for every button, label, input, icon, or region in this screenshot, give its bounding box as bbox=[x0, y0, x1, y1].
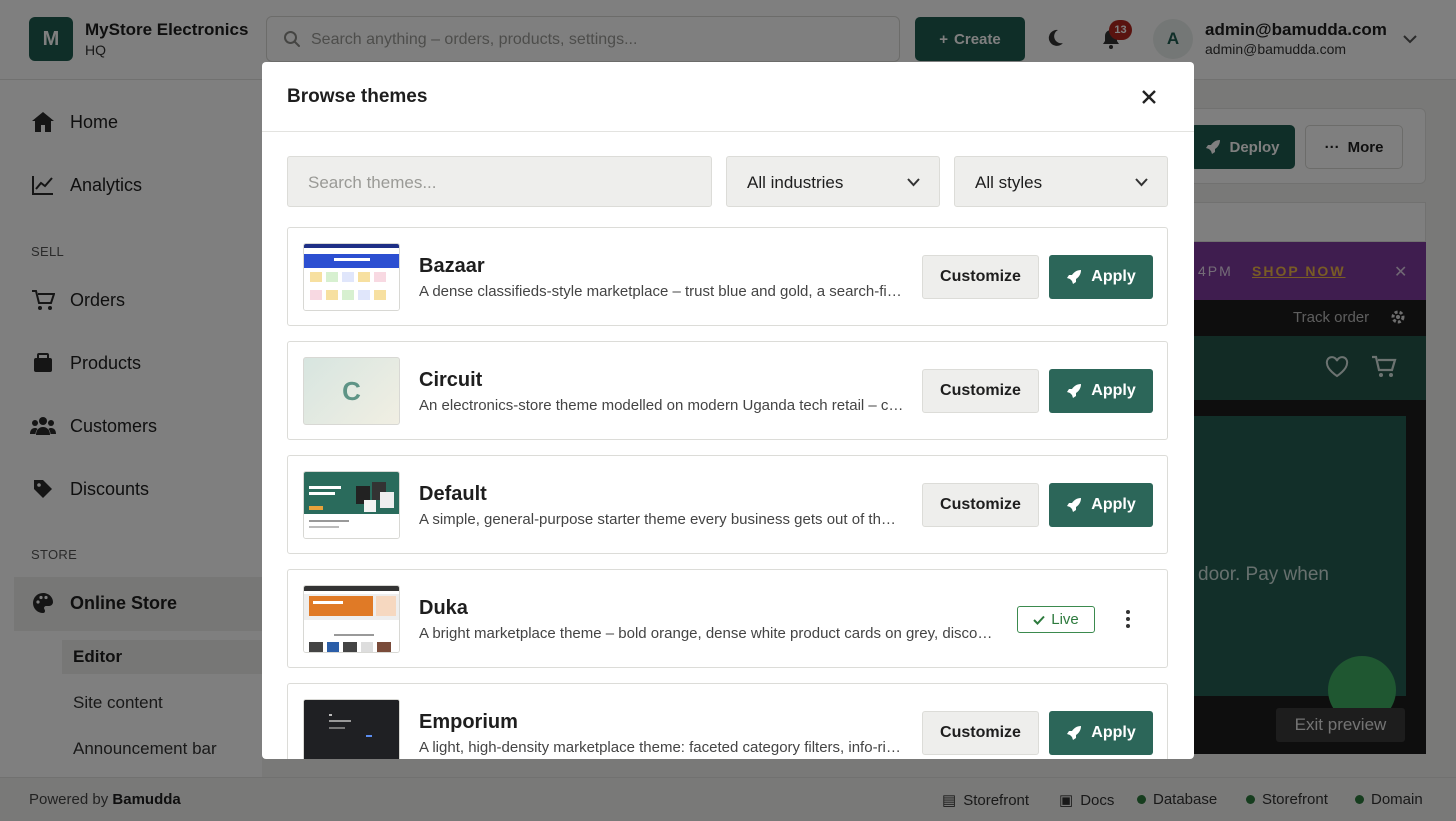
rocket-icon bbox=[1067, 498, 1082, 512]
theme-row-circuit: C Circuit An electronics-store theme mod… bbox=[287, 341, 1168, 440]
theme-row-emporium: Emporium A light, high-density marketpla… bbox=[287, 683, 1168, 759]
theme-row-bazaar: Bazaar A dense classifieds-style marketp… bbox=[287, 227, 1168, 326]
industry-filter-value: All industries bbox=[747, 173, 844, 192]
live-badge: Live bbox=[1017, 606, 1095, 633]
modal-title: Browse themes bbox=[287, 86, 428, 107]
theme-thumbnail[interactable] bbox=[303, 699, 400, 759]
apply-button[interactable]: Apply bbox=[1049, 369, 1153, 413]
customize-button[interactable]: Customize bbox=[922, 483, 1039, 527]
apply-button[interactable]: Apply bbox=[1049, 483, 1153, 527]
style-filter-value: All styles bbox=[975, 173, 1043, 192]
theme-row-default: Default A simple, general-purpose starte… bbox=[287, 455, 1168, 554]
theme-thumbnail[interactable] bbox=[303, 243, 400, 311]
chevron-down-icon bbox=[1135, 178, 1148, 187]
theme-name: Duka bbox=[419, 597, 468, 619]
chevron-down-icon bbox=[907, 178, 920, 187]
check-icon bbox=[1033, 615, 1045, 625]
customize-button[interactable]: Customize bbox=[922, 711, 1039, 755]
theme-description: A light, high-density marketplace theme:… bbox=[419, 739, 904, 756]
customize-button[interactable]: Customize bbox=[922, 255, 1039, 299]
thumbnail-letter: C bbox=[342, 375, 361, 406]
style-filter-select[interactable]: All styles bbox=[954, 156, 1168, 207]
rocket-icon bbox=[1067, 726, 1082, 740]
rocket-icon bbox=[1067, 270, 1082, 284]
theme-search-input[interactable]: Search themes... bbox=[287, 156, 712, 207]
theme-name: Emporium bbox=[419, 711, 518, 733]
theme-description: A bright marketplace theme – bold orange… bbox=[419, 625, 999, 642]
theme-description: A dense classifieds-style marketplace – … bbox=[419, 283, 904, 300]
industry-filter-select[interactable]: All industries bbox=[726, 156, 940, 207]
apply-button[interactable]: Apply bbox=[1049, 711, 1153, 755]
customize-button[interactable]: Customize bbox=[922, 369, 1039, 413]
browse-themes-modal: Browse themes Search themes... All indus… bbox=[262, 62, 1194, 759]
theme-description: A simple, general-purpose starter theme … bbox=[419, 511, 904, 528]
apply-button[interactable]: Apply bbox=[1049, 255, 1153, 299]
modal-divider bbox=[262, 131, 1194, 132]
apply-label: Apply bbox=[1091, 724, 1136, 741]
theme-thumbnail[interactable] bbox=[303, 471, 400, 539]
theme-description: An electronics-store theme modelled on m… bbox=[419, 397, 904, 414]
theme-search-placeholder: Search themes... bbox=[308, 173, 437, 192]
theme-name: Bazaar bbox=[419, 255, 485, 277]
theme-name: Default bbox=[419, 483, 487, 505]
rocket-icon bbox=[1067, 384, 1082, 398]
apply-label: Apply bbox=[1091, 382, 1136, 399]
apply-label: Apply bbox=[1091, 268, 1136, 285]
apply-label: Apply bbox=[1091, 496, 1136, 513]
theme-thumbnail[interactable]: C bbox=[303, 357, 400, 425]
close-icon[interactable] bbox=[1138, 86, 1160, 108]
theme-row-duka: Duka A bright marketplace theme – bold o… bbox=[287, 569, 1168, 668]
theme-thumbnail[interactable] bbox=[303, 585, 400, 653]
live-label: Live bbox=[1051, 611, 1079, 628]
more-vertical-icon[interactable] bbox=[1118, 607, 1138, 631]
theme-name: Circuit bbox=[419, 369, 483, 391]
